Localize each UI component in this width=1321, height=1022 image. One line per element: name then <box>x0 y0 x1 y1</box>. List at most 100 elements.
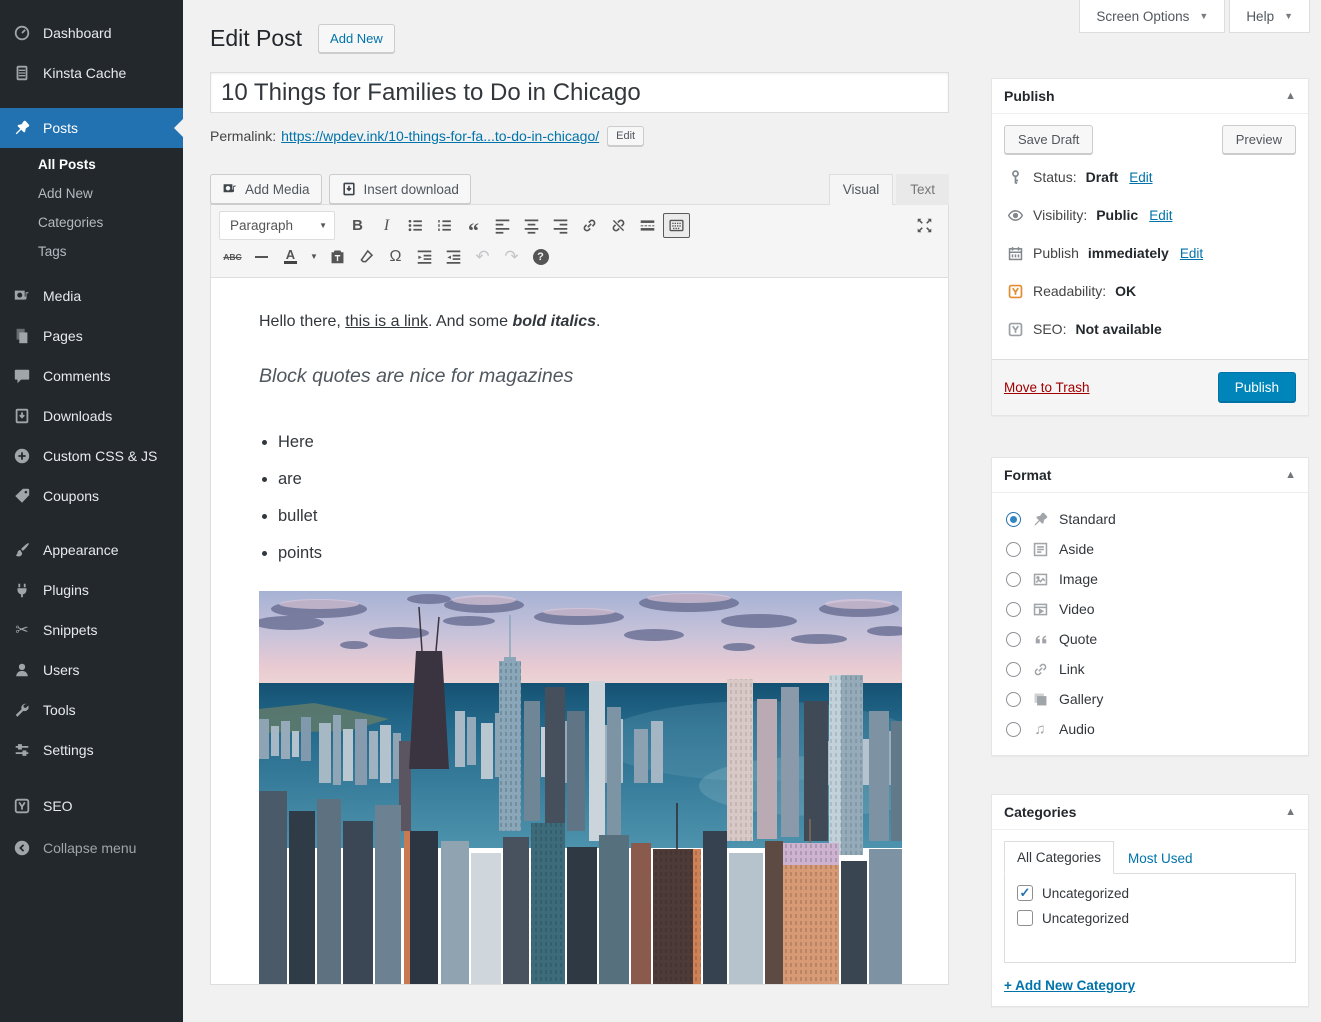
strikethrough-button[interactable]: ABC <box>219 244 246 269</box>
help-button[interactable]: Help ▼ <box>1229 0 1310 33</box>
radio-link[interactable] <box>1006 662 1021 677</box>
add-media-button[interactable]: Add Media <box>210 174 322 204</box>
sidebar-item-media[interactable]: Media <box>0 276 183 316</box>
pushpin-icon <box>1031 510 1049 528</box>
edit-status-link[interactable]: Edit <box>1129 170 1152 185</box>
permalink-url[interactable]: https://wpdev.ink/10-things-for-fa...to-… <box>281 128 599 144</box>
sidebar-item-plugins[interactable]: Plugins <box>0 570 183 610</box>
sidebar-item-seo[interactable]: SEO <box>0 786 183 826</box>
collapse-toggle-icon[interactable]: ▲ <box>1285 806 1296 818</box>
sidebar-item-collapse-menu[interactable]: Collapse menu <box>0 828 183 868</box>
pages-icon <box>12 326 32 346</box>
paragraph-select[interactable]: Paragraph ▼ <box>219 211 335 240</box>
clear-formatting-button[interactable] <box>353 244 380 269</box>
sidebar-item-users[interactable]: Users <box>0 650 183 690</box>
save-draft-button[interactable]: Save Draft <box>1004 125 1093 154</box>
sidebar-item-pages[interactable]: Pages <box>0 316 183 356</box>
blockquote-button[interactable]: “ <box>460 213 487 238</box>
post-image-chicago-skyline[interactable] <box>259 591 902 984</box>
categories-box-header[interactable]: Categories ▲ <box>992 795 1308 830</box>
align-left-button[interactable] <box>489 213 516 238</box>
undo-button[interactable]: ↶ <box>469 244 496 269</box>
special-character-button[interactable]: Ω <box>382 244 409 269</box>
align-right-button[interactable] <box>547 213 574 238</box>
sidebar-item-tags[interactable]: Tags <box>0 237 183 266</box>
collapse-toggle-icon[interactable]: ▲ <box>1285 90 1296 102</box>
sidebar-item-kinsta-cache[interactable]: Kinsta Cache <box>0 53 183 93</box>
sidebar-item-dashboard[interactable]: Dashboard <box>0 13 183 53</box>
sidebar-item-coupons[interactable]: Coupons <box>0 476 183 516</box>
horizontal-rule-button[interactable] <box>248 244 275 269</box>
sidebar-item-posts[interactable]: Posts <box>0 108 183 148</box>
sidebar-item-appearance[interactable]: Appearance <box>0 530 183 570</box>
italic-button[interactable]: I <box>373 213 400 238</box>
outdent-button[interactable] <box>411 244 438 269</box>
sidebar-item-all-posts[interactable]: All Posts <box>0 150 183 179</box>
server-icon <box>12 63 32 83</box>
paste-as-text-button[interactable] <box>324 244 351 269</box>
category-tabs: All Categories Most Used <box>1004 841 1296 874</box>
wrench-icon <box>12 700 32 720</box>
post-title-input[interactable] <box>210 72 949 113</box>
collapse-toggle-icon[interactable]: ▲ <box>1285 469 1296 481</box>
read-more-tag-button[interactable] <box>634 213 661 238</box>
collapse-arrow-icon <box>12 838 32 858</box>
tab-text[interactable]: Text <box>896 174 949 205</box>
checkbox-unchecked[interactable] <box>1017 910 1033 926</box>
publish-button[interactable]: Publish <box>1218 372 1296 403</box>
toolbar-toggle-button[interactable] <box>663 213 690 238</box>
radio-gallery[interactable] <box>1006 692 1021 707</box>
category-list: ✓ Uncategorized Uncategorized <box>1004 873 1296 963</box>
video-icon <box>1031 600 1049 618</box>
redo-button[interactable]: ↷ <box>498 244 525 269</box>
sidebar-item-categories[interactable]: Categories <box>0 208 183 237</box>
note-icon <box>1031 540 1049 558</box>
screen-options-button[interactable]: Screen Options ▼ <box>1079 0 1225 33</box>
radio-standard[interactable] <box>1006 512 1021 527</box>
radio-video[interactable] <box>1006 602 1021 617</box>
bullet-list-button[interactable] <box>402 213 429 238</box>
sidebar-item-snippets[interactable]: ✂ Snippets <box>0 610 183 650</box>
fullscreen-icon[interactable] <box>911 213 938 238</box>
posts-submenu: All Posts Add New Categories Tags <box>0 148 183 276</box>
move-to-trash-link[interactable]: Move to Trash <box>1004 380 1090 395</box>
add-new-category-link[interactable]: + Add New Category <box>1004 978 1135 993</box>
preview-button[interactable]: Preview <box>1222 125 1296 154</box>
bold-button[interactable]: B <box>344 213 371 238</box>
radio-quote[interactable] <box>1006 632 1021 647</box>
numbered-list-button[interactable] <box>431 213 458 238</box>
format-box-header[interactable]: Format ▲ <box>992 458 1308 493</box>
publish-box-header[interactable]: Publish ▲ <box>992 79 1308 114</box>
radio-audio[interactable] <box>1006 722 1021 737</box>
readability-value: OK <box>1115 283 1136 299</box>
text-color-caret[interactable]: ▼ <box>306 244 322 269</box>
help-icon[interactable]: ? <box>527 244 554 269</box>
sidebar-item-tools[interactable]: Tools <box>0 690 183 730</box>
align-center-button[interactable] <box>518 213 545 238</box>
plug-icon <box>12 580 32 600</box>
radio-aside[interactable] <box>1006 542 1021 557</box>
add-new-post-button[interactable]: Add New <box>318 24 395 53</box>
edit-visibility-link[interactable]: Edit <box>1149 208 1172 223</box>
tab-all-categories[interactable]: All Categories <box>1004 841 1114 874</box>
insert-download-button[interactable]: Insert download <box>329 174 471 204</box>
sidebar-item-settings[interactable]: Settings <box>0 730 183 770</box>
sidebar-item-comments[interactable]: Comments <box>0 356 183 396</box>
link-button[interactable] <box>576 213 603 238</box>
editor-content-area[interactable]: Hello there, this is a link. And some bo… <box>211 277 948 984</box>
checkbox-checked[interactable]: ✓ <box>1017 885 1033 901</box>
sidebar-item-custom-css-js[interactable]: Custom CSS & JS <box>0 436 183 476</box>
indent-button[interactable] <box>440 244 467 269</box>
page-title: Edit Post <box>210 23 302 53</box>
inline-link[interactable]: this is a link <box>345 313 428 330</box>
permalink-edit-button[interactable]: Edit <box>607 126 644 146</box>
radio-image[interactable] <box>1006 572 1021 587</box>
unlink-button[interactable] <box>605 213 632 238</box>
tab-visual[interactable]: Visual <box>829 174 894 205</box>
edit-schedule-link[interactable]: Edit <box>1180 246 1203 261</box>
tab-most-used[interactable]: Most Used <box>1114 843 1207 874</box>
sidebar-item-downloads[interactable]: Downloads <box>0 396 183 436</box>
sidebar-item-add-new[interactable]: Add New <box>0 179 183 208</box>
yoast-readability-icon <box>1006 282 1024 300</box>
text-color-button[interactable]: A <box>277 244 304 269</box>
